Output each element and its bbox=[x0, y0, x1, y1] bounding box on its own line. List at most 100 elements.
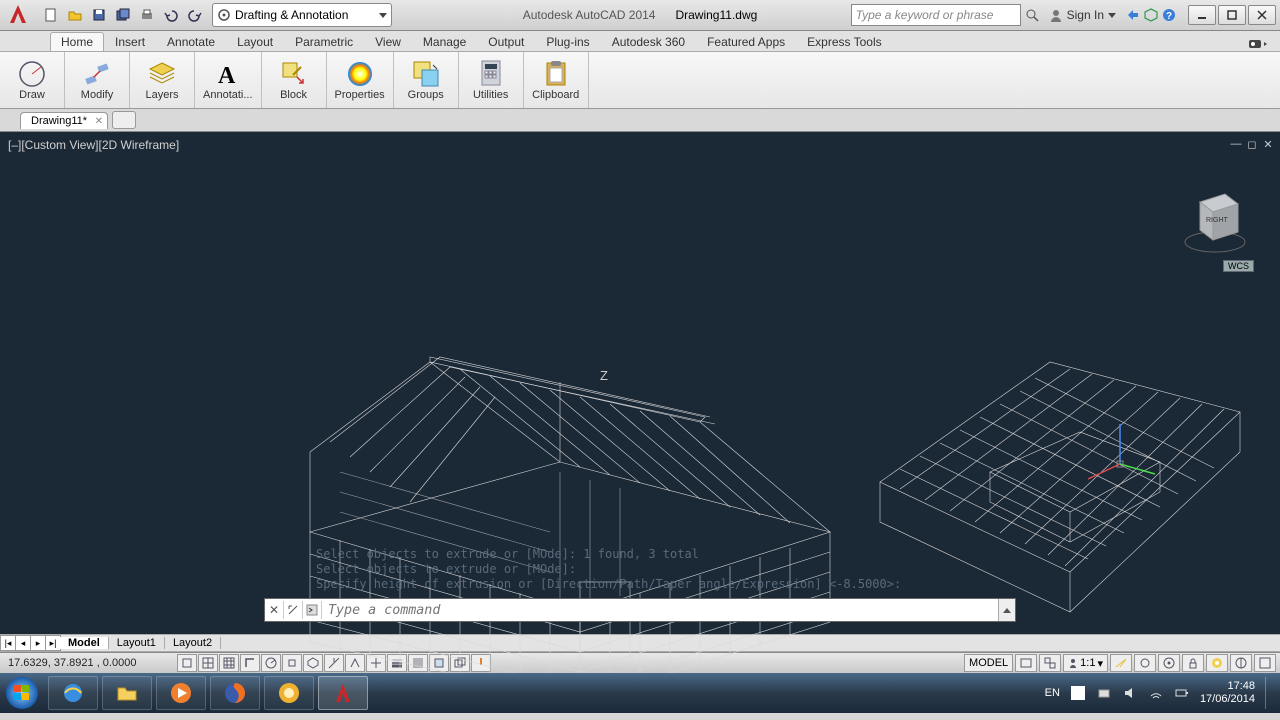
taskbar-wmp-icon[interactable] bbox=[156, 676, 206, 710]
infer-constraints-icon[interactable] bbox=[177, 654, 197, 672]
close-tab-icon[interactable]: ✕ bbox=[95, 116, 103, 127]
panel-clipboard[interactable]: Clipboard bbox=[524, 52, 589, 108]
redo-icon[interactable] bbox=[184, 4, 206, 26]
quickview-drawings-icon[interactable] bbox=[1039, 654, 1061, 672]
ribbon-tab-view[interactable]: View bbox=[364, 32, 412, 51]
tray-flag-icon[interactable] bbox=[1070, 685, 1086, 701]
command-line[interactable]: ✕ bbox=[264, 598, 1016, 622]
workspace-switch-icon[interactable] bbox=[1158, 654, 1180, 672]
ribbon-tab-annotate[interactable]: Annotate bbox=[156, 32, 226, 51]
new-icon[interactable] bbox=[40, 4, 62, 26]
tray-network-icon[interactable] bbox=[1096, 685, 1112, 701]
annotation-scale-button[interactable]: 1:1▾ bbox=[1063, 654, 1108, 672]
system-tray: EN 17:4817/06/2014 bbox=[1045, 677, 1274, 709]
wcs-label[interactable]: WCS bbox=[1223, 260, 1254, 272]
viewcube[interactable]: RIGHT WCS bbox=[1180, 182, 1250, 262]
tray-wifi-icon[interactable] bbox=[1148, 685, 1164, 701]
panel-groups[interactable]: Groups bbox=[394, 52, 459, 108]
close-button[interactable] bbox=[1248, 5, 1276, 25]
taskbar-explorer-icon[interactable] bbox=[102, 676, 152, 710]
svg-text:RIGHT: RIGHT bbox=[1206, 217, 1229, 224]
ribbon-minimize-icon[interactable] bbox=[1248, 39, 1268, 51]
system-clock[interactable]: 17:4817/06/2014 bbox=[1200, 680, 1255, 706]
viewport-label[interactable]: [–][Custom View][2D Wireframe] bbox=[8, 138, 179, 152]
model-space-button[interactable]: MODEL bbox=[964, 654, 1013, 672]
autodesk360-icon[interactable] bbox=[1144, 8, 1158, 22]
viewport-maximize-icon[interactable]: ◻ bbox=[1246, 138, 1258, 150]
viewport-close-icon[interactable]: ✕ bbox=[1262, 138, 1274, 150]
viewport-minimize-icon[interactable]: — bbox=[1230, 138, 1242, 150]
panel-block[interactable]: Block bbox=[262, 52, 327, 108]
show-desktop-button[interactable] bbox=[1265, 677, 1274, 709]
panel-utilities[interactable]: Utilities bbox=[459, 52, 524, 108]
ribbon-tab-autodesk-360[interactable]: Autodesk 360 bbox=[601, 32, 696, 51]
snap-icon[interactable] bbox=[198, 654, 218, 672]
ortho-icon[interactable] bbox=[240, 654, 260, 672]
autocad-logo[interactable] bbox=[0, 0, 36, 30]
taskbar-app-icon[interactable] bbox=[264, 676, 314, 710]
new-document-tab[interactable] bbox=[112, 111, 136, 129]
undo-icon[interactable] bbox=[160, 4, 182, 26]
ribbon-tab-manage[interactable]: Manage bbox=[412, 32, 477, 51]
polar-icon[interactable] bbox=[261, 654, 281, 672]
ribbon-tab-home[interactable]: Home bbox=[50, 32, 104, 51]
search-icon[interactable] bbox=[1025, 8, 1039, 22]
save-icon[interactable] bbox=[88, 4, 110, 26]
saveas-icon[interactable] bbox=[112, 4, 134, 26]
ribbon-tab-layout[interactable]: Layout bbox=[226, 32, 284, 51]
axis-z-label: Z bbox=[600, 368, 608, 383]
layout-last-icon[interactable]: ▸| bbox=[45, 635, 61, 651]
annotation-visibility-icon[interactable] bbox=[1110, 654, 1132, 672]
taskbar-ie-icon[interactable] bbox=[48, 676, 98, 710]
minimize-button[interactable] bbox=[1188, 5, 1216, 25]
tray-volume-icon[interactable] bbox=[1122, 685, 1138, 701]
toolbar-lock-icon[interactable] bbox=[1182, 654, 1204, 672]
search-input[interactable]: Type a keyword or phrase bbox=[851, 4, 1021, 26]
start-button[interactable] bbox=[0, 673, 44, 713]
layout-first-icon[interactable]: |◂ bbox=[0, 635, 16, 651]
grid-icon[interactable] bbox=[219, 654, 239, 672]
document-tab[interactable]: Drawing11* ✕ bbox=[20, 112, 108, 129]
gear-icon bbox=[217, 8, 231, 22]
isolate-objects-icon[interactable] bbox=[1230, 654, 1252, 672]
language-indicator[interactable]: EN bbox=[1045, 687, 1060, 699]
quickview-layouts-icon[interactable] bbox=[1015, 654, 1037, 672]
print-icon[interactable] bbox=[136, 4, 158, 26]
layout-tab-layout2[interactable]: Layout2 bbox=[165, 637, 221, 649]
tray-battery-icon[interactable] bbox=[1174, 685, 1190, 701]
ribbon-tab-plug-ins[interactable]: Plug-ins bbox=[535, 32, 600, 51]
panel-annotati[interactable]: AAnnotati... bbox=[195, 52, 262, 108]
layout-prev-icon[interactable]: ◂ bbox=[15, 635, 31, 651]
signin-button[interactable]: Sign In bbox=[1043, 8, 1122, 22]
help-icon[interactable]: ? bbox=[1162, 8, 1176, 22]
panel-properties[interactable]: Properties bbox=[327, 52, 394, 108]
taskbar-autocad-icon[interactable] bbox=[318, 676, 368, 710]
panel-layers[interactable]: Layers bbox=[130, 52, 195, 108]
cmdline-history-dropdown[interactable] bbox=[998, 599, 1015, 621]
clean-screen-icon[interactable] bbox=[1254, 654, 1276, 672]
annotation-autoscale-icon[interactable] bbox=[1134, 654, 1156, 672]
drawing-viewport[interactable]: [–][Custom View][2D Wireframe] — ◻ ✕ bbox=[0, 132, 1280, 634]
ribbon-tab-insert[interactable]: Insert bbox=[104, 32, 156, 51]
close-cmdline-icon[interactable]: ✕ bbox=[265, 601, 284, 619]
taskbar-firefox-icon[interactable] bbox=[210, 676, 260, 710]
ribbon-tab-express-tools[interactable]: Express Tools bbox=[796, 32, 892, 51]
coordinates[interactable]: 17.6329, 37.8921 , 0.0000 bbox=[0, 657, 176, 669]
ribbon-tabs: HomeInsertAnnotateLayoutParametricViewMa… bbox=[0, 31, 1280, 52]
cmdline-settings-icon[interactable] bbox=[284, 601, 303, 619]
open-icon[interactable] bbox=[64, 4, 86, 26]
maximize-button[interactable] bbox=[1218, 5, 1246, 25]
layout-tab-layout1[interactable]: Layout1 bbox=[109, 637, 165, 649]
layout-next-icon[interactable]: ▸ bbox=[30, 635, 46, 651]
panel-draw[interactable]: Draw bbox=[0, 52, 65, 108]
command-input[interactable] bbox=[322, 602, 998, 619]
workspace-selector[interactable]: Drafting & Annotation bbox=[212, 3, 392, 27]
ribbon-tab-parametric[interactable]: Parametric bbox=[284, 32, 364, 51]
exchange-icon[interactable] bbox=[1126, 8, 1140, 22]
hardware-accel-icon[interactable] bbox=[1206, 654, 1228, 672]
layout-tab-model[interactable]: Model bbox=[60, 637, 109, 649]
ribbon-tab-output[interactable]: Output bbox=[477, 32, 535, 51]
annotati-icon: A bbox=[213, 59, 243, 89]
panel-modify[interactable]: Modify bbox=[65, 52, 130, 108]
ribbon-tab-featured-apps[interactable]: Featured Apps bbox=[696, 32, 796, 51]
